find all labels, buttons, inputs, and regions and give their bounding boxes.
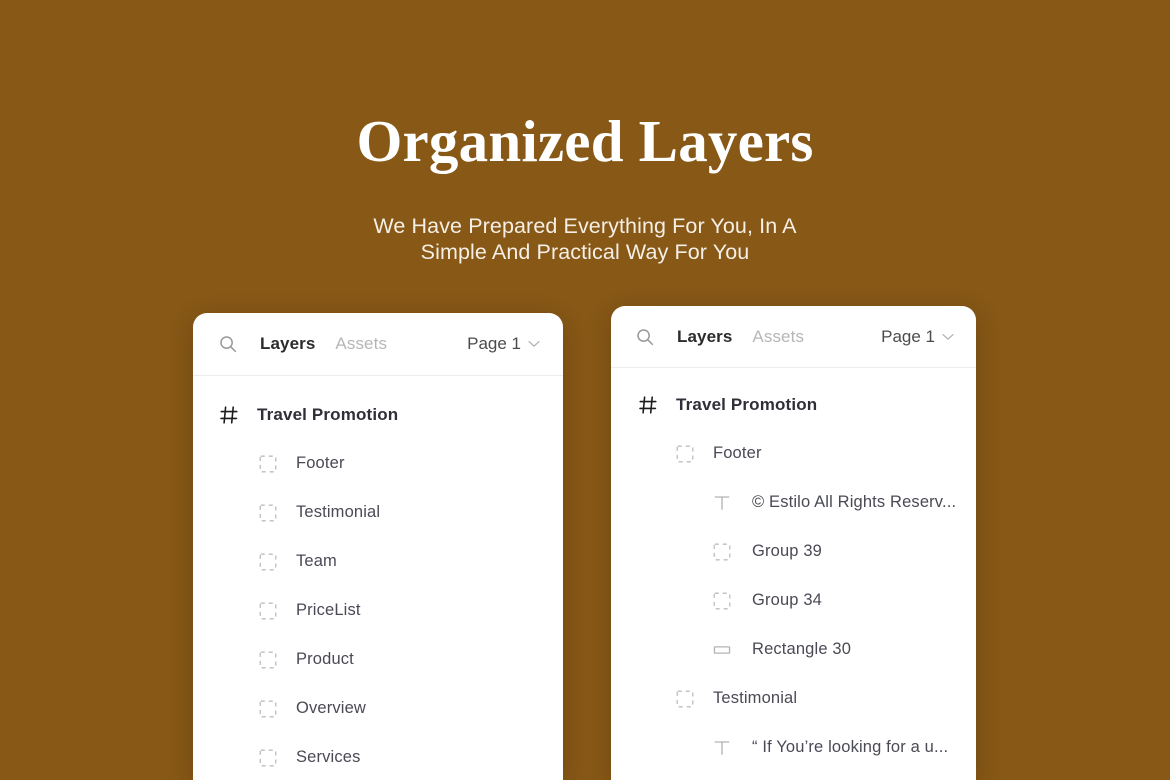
subtitle-line-2: Simple And Practical Way For You [420, 240, 750, 264]
table-row[interactable]: Team [193, 537, 563, 586]
tab-assets[interactable]: Assets [752, 327, 804, 347]
layer-label: Overview [296, 699, 366, 717]
table-row[interactable]: Testimonial [611, 674, 976, 723]
layer-label: PriceList [296, 601, 361, 619]
page-subtitle: We Have Prepared Everything For You, In … [0, 213, 1170, 265]
table-row[interactable]: Services [193, 733, 563, 780]
page-title: Organized Layers [356, 108, 814, 174]
search-icon[interactable] [219, 335, 237, 353]
subtitle-line-1: We Have Prepared Everything For You, In … [373, 214, 797, 238]
layers-panel-right: Layers Assets Page 1 Travel Promotion Fo… [611, 306, 976, 780]
layers-panel-left: Layers Assets Page 1 Travel Promotion Fo… [193, 313, 563, 780]
layer-label: Rectangle 30 [752, 640, 852, 658]
table-row[interactable]: Rectangle 30 [611, 625, 976, 674]
chevron-down-icon [528, 341, 540, 347]
table-row[interactable]: PriceList [193, 586, 563, 635]
layer-label: Testimonial [713, 689, 798, 707]
page-selector-label: Page 1 [881, 326, 935, 346]
tab-assets[interactable]: Assets [335, 334, 387, 354]
table-row[interactable]: Testimonial [193, 488, 563, 537]
frame-icon [258, 650, 278, 670]
frame-icon [675, 444, 695, 464]
panel-header-right: Layers Assets Page 1 [611, 306, 976, 368]
layer-label: Testimonial [296, 503, 381, 521]
frame-icon [712, 591, 732, 611]
text-icon [712, 493, 732, 513]
layer-label: Product [296, 650, 354, 668]
layer-label: Services [296, 748, 361, 766]
frame-icon [258, 503, 278, 523]
table-row[interactable]: Footer [193, 439, 563, 488]
layer-list-left: Travel Promotion Footer Testimonial Team… [193, 376, 563, 780]
tab-layers[interactable]: Layers [677, 327, 732, 347]
table-row[interactable]: Group 39 [611, 527, 976, 576]
frame-icon [258, 748, 278, 768]
layer-label: “ If You’re looking for a u... [752, 738, 949, 756]
frame-icon [258, 454, 278, 474]
layer-label: Footer [713, 444, 762, 462]
page-hash-icon [219, 405, 239, 425]
layer-list-right: Travel Promotion Footer © Estilo All Rig… [611, 368, 976, 772]
table-row[interactable]: Travel Promotion [193, 390, 563, 439]
layer-label: Group 34 [752, 591, 822, 609]
page-selector[interactable]: Page 1 [881, 327, 954, 347]
page-selector-label: Page 1 [467, 334, 521, 353]
layer-label: Group 39 [752, 542, 822, 560]
text-icon [712, 738, 732, 758]
frame-icon [258, 552, 278, 572]
frame-icon [258, 601, 278, 621]
layer-label: Footer [296, 454, 345, 472]
rectangle-icon [712, 640, 732, 660]
page-hash-icon [638, 395, 658, 415]
frame-icon [675, 689, 695, 709]
chevron-down-icon [942, 333, 954, 340]
table-row[interactable]: “ If You’re looking for a u... [611, 723, 976, 772]
layer-label: © Estilo All Rights Reserv... [752, 493, 957, 511]
layer-label: Travel Promotion [676, 394, 818, 414]
layer-label: Team [296, 552, 337, 570]
panel-header-left: Layers Assets Page 1 [193, 313, 563, 376]
table-row[interactable]: Overview [193, 684, 563, 733]
frame-icon [712, 542, 732, 562]
table-row[interactable]: Group 34 [611, 576, 976, 625]
search-icon[interactable] [636, 328, 654, 346]
table-row[interactable]: Travel Promotion [611, 380, 976, 429]
table-row[interactable]: Product [193, 635, 563, 684]
tab-layers[interactable]: Layers [260, 334, 315, 354]
layer-label: Travel Promotion [257, 404, 399, 424]
table-row[interactable]: Footer [611, 429, 976, 478]
page-selector[interactable]: Page 1 [467, 334, 540, 354]
hero-section: Organized Layers We Have Prepared Everyt… [0, 0, 1170, 265]
table-row[interactable]: © Estilo All Rights Reserv... [611, 478, 976, 527]
frame-icon [258, 699, 278, 719]
